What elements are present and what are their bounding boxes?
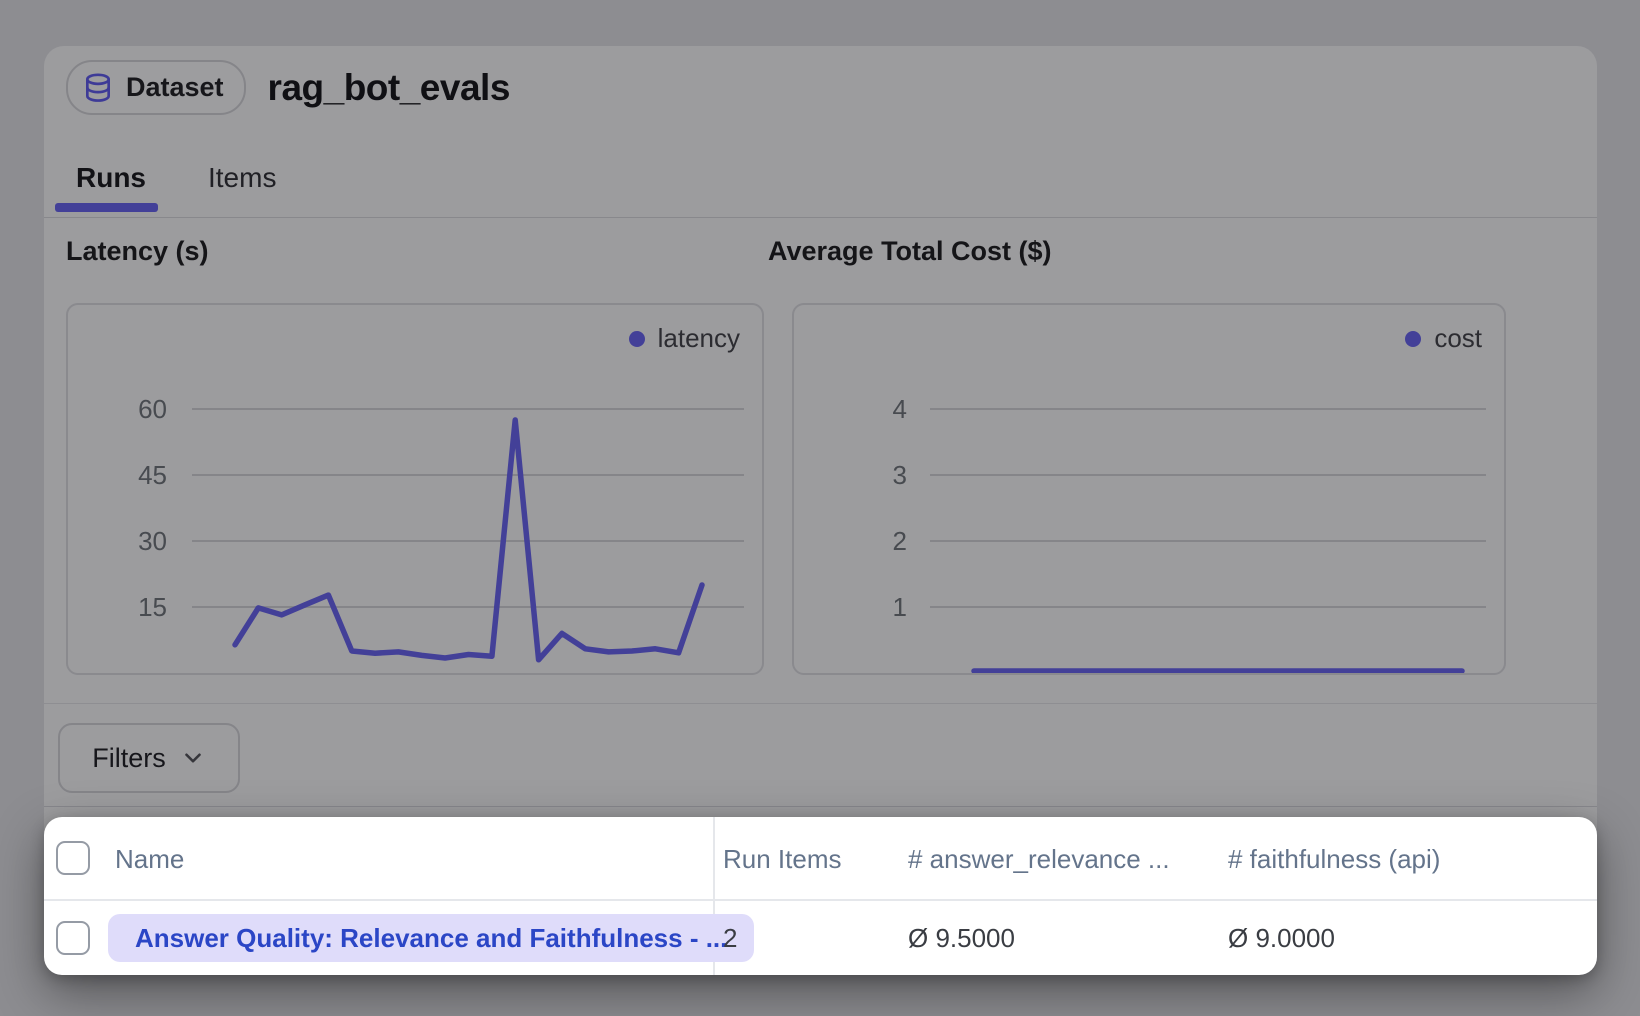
cell-answer-relevance: Ø 9.5000	[908, 901, 1015, 975]
table-row: Answer Quality: Relevance and Faithfulne…	[44, 901, 1597, 975]
run-name-label: Answer Quality: Relevance and Faithfulne…	[135, 923, 727, 954]
cell-run-items: 2	[723, 901, 737, 975]
table-header-row: Name Run Items # answer_relevance ... # …	[44, 817, 1597, 901]
row-checkbox[interactable]	[56, 921, 90, 955]
column-header-faithfulness: # faithfulness (api)	[1228, 817, 1440, 901]
runs-table: Name Run Items # answer_relevance ... # …	[44, 817, 1597, 975]
cell-faithfulness: Ø 9.0000	[1228, 901, 1335, 975]
run-name-link[interactable]: Answer Quality: Relevance and Faithfulne…	[108, 914, 754, 962]
column-header-run-items: Run Items	[723, 817, 842, 901]
column-header-name: Name	[115, 817, 184, 901]
app-stage: Dataset rag_bot_evals Runs Items Latency…	[0, 0, 1640, 1016]
select-all-checkbox[interactable]	[56, 841, 90, 875]
column-header-answer-relevance: # answer_relevance ...	[908, 817, 1170, 901]
